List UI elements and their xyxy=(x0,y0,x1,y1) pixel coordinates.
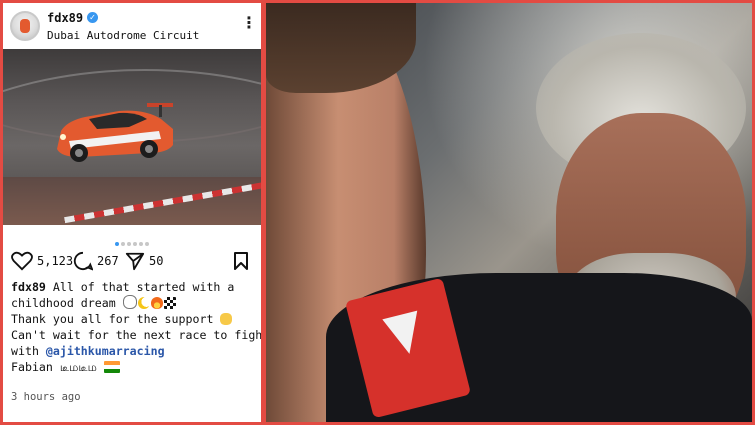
caption-line-4: Can't wait for the next race to fight xyxy=(11,328,261,342)
caption-line-3: Thank you all for the support xyxy=(11,312,214,326)
caption-tamil-text: டீமடீம xyxy=(59,360,97,374)
carousel-dots xyxy=(3,231,261,246)
like-count: 5,123 xyxy=(37,254,74,268)
carousel-dot[interactable] xyxy=(139,242,143,246)
carousel-dot[interactable] xyxy=(127,242,131,246)
caption-line-2: childhood dream xyxy=(11,296,116,310)
bookmark-icon xyxy=(234,252,248,270)
post-image-carousel[interactable] xyxy=(3,49,261,225)
post-caption: fdx89 All of that started with a childho… xyxy=(11,279,261,375)
avatar[interactable] xyxy=(10,11,40,41)
mention-link[interactable]: @ajithkumarracing xyxy=(46,344,165,358)
race-car-image xyxy=(57,103,173,162)
more-options-icon[interactable]: ⋮ xyxy=(241,15,257,31)
comment-icon xyxy=(73,251,93,271)
portrait-photo xyxy=(266,3,752,422)
share-action[interactable]: 50 xyxy=(125,251,163,271)
instagram-post: fdx89 ✓ Dubai Autodrome Circuit ⋮ 5,123 xyxy=(3,3,261,422)
caption-line-5: with xyxy=(11,344,46,358)
verified-badge-icon: ✓ xyxy=(87,12,98,23)
like-action[interactable]: 5,123 xyxy=(11,251,73,271)
caption-line-1: All of that started with a xyxy=(45,280,235,294)
share-icon xyxy=(125,252,145,271)
carousel-dot[interactable] xyxy=(145,242,149,246)
comment-action[interactable]: 267 xyxy=(73,251,119,271)
post-timestamp: 3 hours ago xyxy=(11,391,81,403)
post-username[interactable]: fdx89 xyxy=(47,11,83,25)
post-header: fdx89 ✓ Dubai Autodrome Circuit ⋮ xyxy=(3,3,261,49)
thought-bubble-emoji-icon xyxy=(122,295,137,309)
india-flag-emoji-icon xyxy=(103,361,120,373)
carousel-dot[interactable] xyxy=(133,242,137,246)
checkered-flag-emoji-icon xyxy=(163,297,176,309)
save-action[interactable] xyxy=(233,251,253,271)
heart-icon xyxy=(11,251,33,271)
post-location[interactable]: Dubai Autodrome Circuit xyxy=(47,29,199,42)
heart-hands-emoji-icon xyxy=(220,313,233,325)
post-actions: 5,123 267 50 xyxy=(3,247,261,275)
caption-username[interactable]: fdx89 xyxy=(11,280,46,294)
comment-count: 267 xyxy=(97,254,119,268)
share-count: 50 xyxy=(149,254,164,268)
caption-line-6: Fabian xyxy=(11,360,60,374)
carousel-dot[interactable] xyxy=(121,242,125,246)
carousel-dot[interactable] xyxy=(115,242,119,246)
fire-emoji-icon xyxy=(150,297,163,309)
crescent-moon-emoji-icon xyxy=(137,297,150,309)
